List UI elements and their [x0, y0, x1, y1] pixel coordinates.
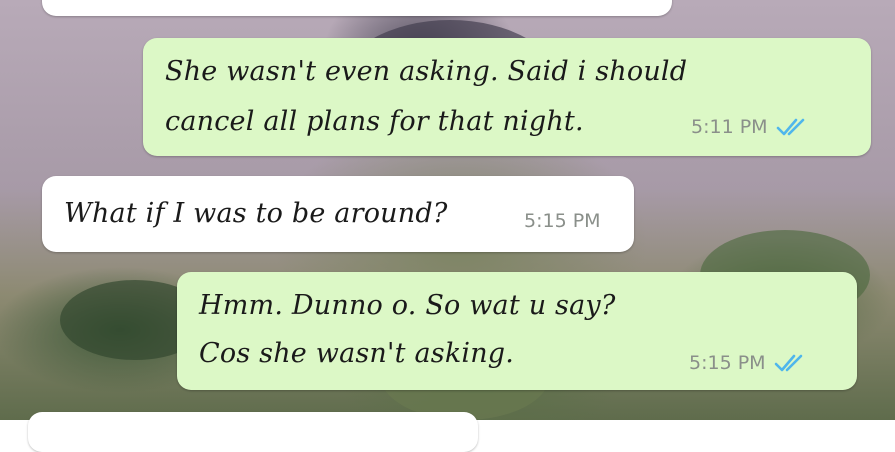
double-check-icon [774, 354, 802, 372]
message-meta: 5:11 PM [691, 116, 810, 138]
message-bubble-incoming[interactable]: What if I was to be around? 5:15 PM [42, 176, 634, 252]
message-bubble-outgoing[interactable]: She wasn't even asking. Said i should ca… [143, 38, 871, 156]
message-bubble-outgoing[interactable]: Hmm. Dunno o. So wat u say? Cos she wasn… [177, 272, 857, 390]
double-check-icon [776, 118, 804, 136]
message-time: 5:15 PM [524, 210, 601, 232]
message-text: What if I was to be around? [64, 198, 448, 229]
message-meta: 5:15 PM [524, 210, 601, 232]
message-meta: 5:15 PM [689, 352, 808, 374]
message-time: 5:11 PM [691, 116, 768, 138]
previous-message-bubble[interactable] [42, 0, 672, 16]
message-text: She wasn't even asking. Said i should [165, 56, 688, 87]
message-text: Hmm. Dunno o. So wat u say? [199, 290, 616, 321]
message-text: Cos she wasn't asking. [199, 338, 515, 369]
message-time: 5:15 PM [689, 352, 766, 374]
message-text: cancel all plans for that night. [165, 106, 584, 137]
next-message-bubble[interactable] [28, 412, 478, 452]
